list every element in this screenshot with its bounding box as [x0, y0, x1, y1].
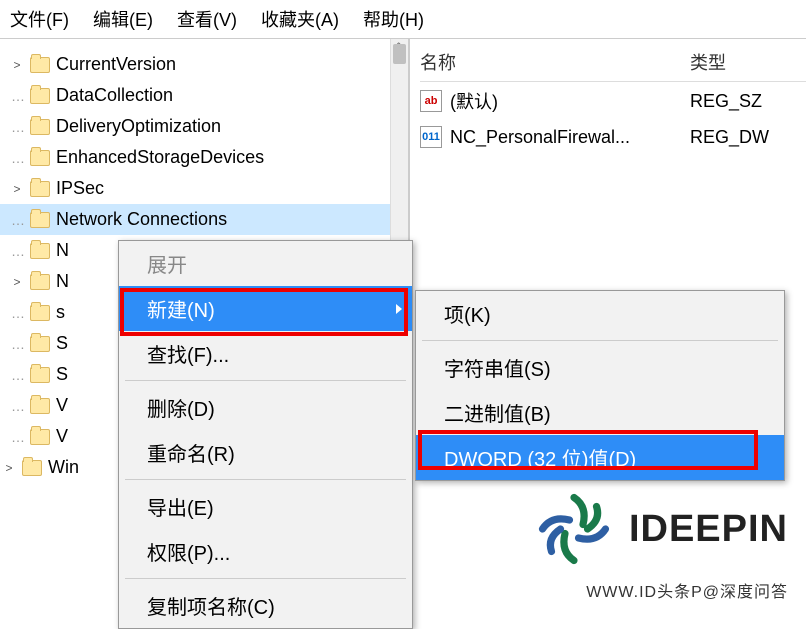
tree-label: S: [56, 364, 68, 385]
menu-file[interactable]: 文件(F): [10, 6, 69, 32]
menu-separator: [125, 380, 406, 381]
tree-connector-icon: …: [10, 150, 24, 166]
expand-icon[interactable]: >: [10, 58, 24, 72]
context-menu: 展开 新建(N) 查找(F)... 删除(D) 重命名(R) 导出(E) 权限(…: [118, 240, 413, 629]
menu-edit[interactable]: 编辑(E): [93, 6, 153, 32]
tree-connector-icon: …: [10, 305, 24, 321]
value-name: NC_PersonalFirewal...: [450, 127, 630, 148]
menu-separator: [422, 340, 778, 341]
folder-icon: [30, 88, 50, 104]
tree-label: CurrentVersion: [56, 54, 176, 75]
value-type: REG_DW: [690, 127, 806, 148]
tree-item-currentversion[interactable]: > CurrentVersion: [0, 49, 408, 80]
tree-label: N: [56, 240, 69, 261]
submenu-string-value[interactable]: 字符串值(S): [416, 345, 784, 390]
folder-icon: [30, 336, 50, 352]
submenu-key[interactable]: 项(K): [416, 291, 784, 336]
menu-help[interactable]: 帮助(H): [363, 6, 424, 32]
value-type: REG_SZ: [690, 91, 806, 112]
string-value-icon: ab: [420, 90, 442, 112]
folder-icon: [30, 57, 50, 73]
tree-item-network-connections[interactable]: … Network Connections: [0, 204, 408, 235]
tree-label: Win: [48, 457, 79, 478]
submenu-new: 项(K) 字符串值(S) 二进制值(B) DWORD (32 位)值(D): [415, 290, 785, 481]
folder-icon: [30, 119, 50, 135]
logo-swirl-icon: [529, 484, 619, 574]
tree-item-enhancedstoragedevices[interactable]: … EnhancedStorageDevices: [0, 142, 408, 173]
dword-value-icon: 011: [420, 126, 442, 148]
menu-expand[interactable]: 展开: [119, 241, 412, 286]
folder-icon: [30, 398, 50, 414]
scrollbar-thumb[interactable]: [393, 44, 406, 64]
tree-label: Network Connections: [56, 209, 227, 230]
folder-icon: [30, 243, 50, 259]
menu-copy-key-name[interactable]: 复制项名称(C): [119, 583, 412, 628]
tree-label: s: [56, 302, 65, 323]
tree-label: N: [56, 271, 69, 292]
tree-label: EnhancedStorageDevices: [56, 147, 264, 168]
menu-rename[interactable]: 重命名(R): [119, 430, 412, 475]
expand-icon[interactable]: >: [2, 461, 16, 475]
menu-separator: [125, 578, 406, 579]
menu-view[interactable]: 查看(V): [177, 6, 237, 32]
tree-connector-icon: …: [10, 336, 24, 352]
folder-icon: [30, 181, 50, 197]
watermark: IDEEPIN WWW.ID头条P@深度问答: [529, 484, 788, 602]
folder-icon: [22, 460, 42, 476]
tree-item-ipsec[interactable]: > IPSec: [0, 173, 408, 204]
value-name: (默认): [450, 88, 498, 114]
tree-connector-icon: …: [10, 119, 24, 135]
expand-icon[interactable]: >: [10, 275, 24, 289]
folder-icon: [30, 429, 50, 445]
tree-label: S: [56, 333, 68, 354]
tree-label: V: [56, 426, 68, 447]
menu-export[interactable]: 导出(E): [119, 484, 412, 529]
tree-label: IPSec: [56, 178, 104, 199]
submenu-dword-value[interactable]: DWORD (32 位)值(D): [416, 435, 784, 480]
tree-connector-icon: …: [10, 367, 24, 383]
tree-connector-icon: …: [10, 212, 24, 228]
watermark-site: WWW.ID头条P@深度问答: [529, 578, 788, 602]
menu-permissions[interactable]: 权限(P)...: [119, 529, 412, 574]
submenu-binary-value[interactable]: 二进制值(B): [416, 390, 784, 435]
menu-find[interactable]: 查找(F)...: [119, 331, 412, 376]
tree-label: V: [56, 395, 68, 416]
tree-label: DataCollection: [56, 85, 173, 106]
menu-favorites[interactable]: 收藏夹(A): [261, 6, 339, 32]
folder-icon: [30, 367, 50, 383]
column-header-type[interactable]: 类型: [690, 49, 806, 75]
tree-connector-icon: …: [10, 429, 24, 445]
tree-connector-icon: …: [10, 88, 24, 104]
menu-new[interactable]: 新建(N): [119, 286, 412, 331]
menu-separator: [125, 479, 406, 480]
tree-label: DeliveryOptimization: [56, 116, 221, 137]
tree-item-datacollection[interactable]: … DataCollection: [0, 80, 408, 111]
tree-item-deliveryoptimization[interactable]: … DeliveryOptimization: [0, 111, 408, 142]
folder-icon: [30, 212, 50, 228]
column-header-name[interactable]: 名称: [420, 49, 690, 75]
menu-delete[interactable]: 删除(D): [119, 385, 412, 430]
list-row-default[interactable]: ab (默认) REG_SZ: [420, 82, 806, 120]
expand-icon[interactable]: >: [10, 182, 24, 196]
menubar: 文件(F) 编辑(E) 查看(V) 收藏夹(A) 帮助(H): [0, 0, 806, 39]
list-row-nc-personalfirewall[interactable]: 011 NC_PersonalFirewal... REG_DW: [420, 120, 806, 154]
folder-icon: [30, 274, 50, 290]
tree-connector-icon: …: [10, 398, 24, 414]
folder-icon: [30, 305, 50, 321]
watermark-brand: IDEEPIN: [629, 508, 788, 551]
tree-connector-icon: …: [10, 243, 24, 259]
list-header: 名称 类型: [420, 49, 806, 82]
folder-icon: [30, 150, 50, 166]
